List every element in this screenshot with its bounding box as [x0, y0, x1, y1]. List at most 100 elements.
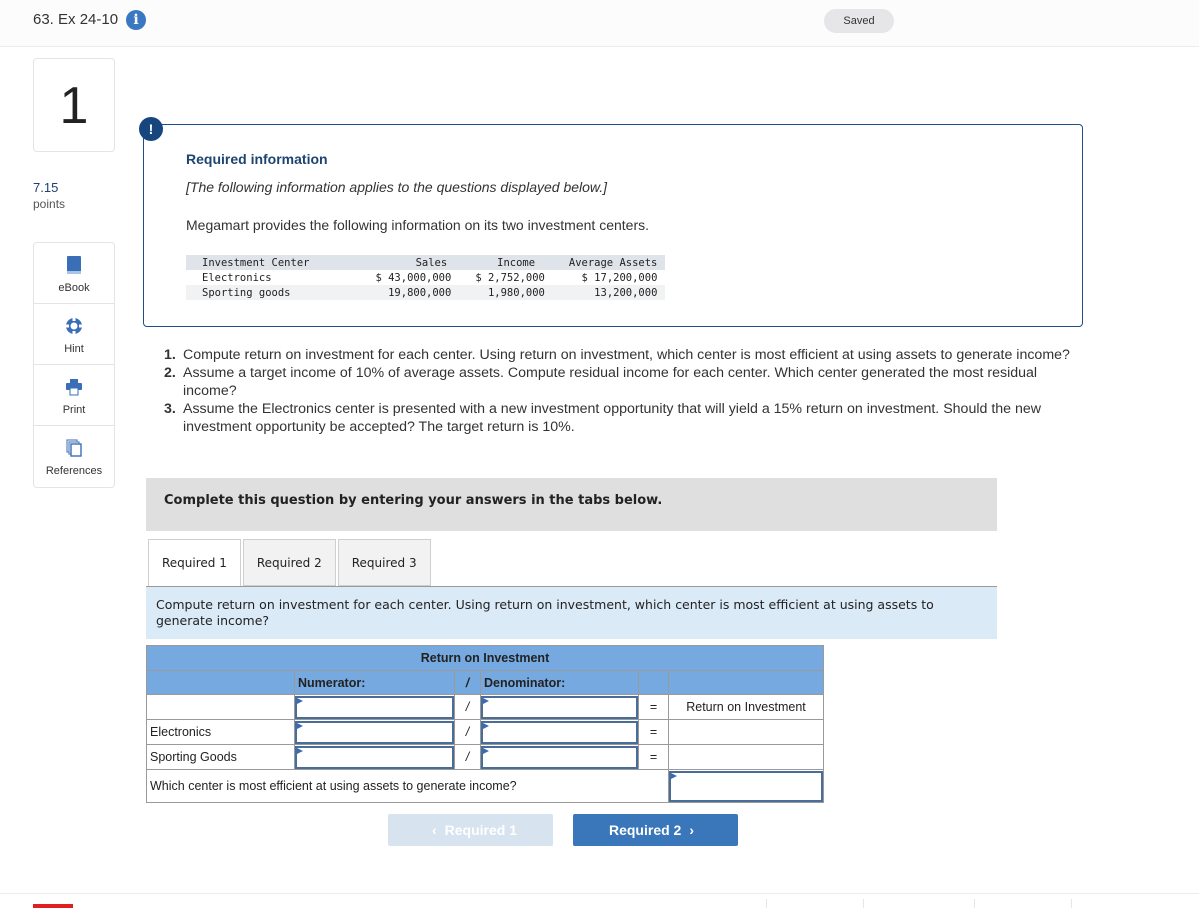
footer-separator	[863, 899, 864, 908]
equals-symbol: =	[638, 744, 669, 770]
cell-income: 1,980,000	[487, 286, 545, 299]
row-label: Sporting Goods	[146, 744, 295, 770]
question-number: 3.	[164, 401, 176, 417]
cell-center: Sporting goods	[202, 286, 291, 299]
table-row: Sporting goods 19,800,000 1,980,000 13,2…	[186, 285, 666, 300]
book-icon	[67, 256, 81, 274]
table-header-row: Investment Center Sales Income Average A…	[186, 255, 666, 270]
hint-label: Hint	[64, 343, 84, 355]
ebook-button[interactable]: eBook	[34, 243, 114, 304]
electronics-denominator-input[interactable]	[481, 720, 638, 744]
questions-list: 1. Compute return on investment for each …	[164, 346, 1084, 436]
question-item: 2. Assume a target income of 10% of avera…	[164, 364, 1084, 400]
hint-button[interactable]: Hint	[34, 304, 114, 365]
roi-title-row: Return on Investment	[146, 645, 824, 671]
copies-icon	[66, 439, 82, 457]
lifebuoy-icon	[66, 318, 82, 334]
footer-divider	[0, 893, 1199, 894]
brand-logo	[33, 904, 73, 908]
footer-separator	[974, 899, 975, 908]
cell-average-assets: 13,200,000	[594, 286, 658, 299]
chevron-left-icon: ‹	[431, 822, 437, 838]
printer-icon	[66, 379, 82, 396]
header-sales: Sales	[415, 256, 448, 269]
table-row: Electronics $ 43,000,000 $ 2,752,000 $ 1…	[186, 270, 665, 285]
header-average-assets: Average Assets	[568, 256, 658, 269]
question-item: 1. Compute return on investment for each …	[164, 346, 1084, 364]
divide-symbol: /	[454, 744, 481, 770]
row-label	[146, 694, 295, 720]
cell-sales: $ 43,000,000	[375, 271, 452, 284]
info-icon[interactable]: i	[126, 10, 146, 30]
numerator-header: Numerator:	[294, 670, 455, 695]
numerator-input[interactable]	[295, 695, 454, 719]
footer-separator	[1071, 899, 1072, 908]
roi-title: Return on Investment	[146, 645, 824, 671]
roi-row-sporting-goods: Sporting Goods / =	[146, 744, 824, 770]
header-income: Income	[497, 256, 536, 269]
top-bar: 63. Ex 24-10 i Saved	[0, 0, 1199, 47]
sporting-goods-denominator-input[interactable]	[481, 745, 638, 769]
electronics-numerator-input[interactable]	[295, 720, 454, 744]
efficiency-question-row: Which center is most efficient at using …	[146, 769, 824, 803]
roi-table: Return on Investment Numerator: / Denomi…	[146, 645, 824, 803]
tab-required-2[interactable]: Required 2	[242, 539, 336, 586]
result-header-blank	[668, 670, 824, 695]
required-information-subtitle: [The following information applies to th…	[186, 179, 608, 195]
question-text: Compute return on investment for each ce…	[183, 347, 1070, 363]
tab-required-3[interactable]: Required 3	[337, 539, 431, 586]
divide-symbol: /	[454, 719, 481, 745]
denominator-input[interactable]	[481, 695, 638, 719]
saved-status-badge: Saved	[824, 9, 894, 33]
points-label: points	[33, 197, 66, 211]
question-number-card: 1	[33, 58, 115, 152]
question-number: 2.	[164, 365, 176, 381]
question-text: Assume a target income of 10% of average…	[183, 365, 1038, 399]
required-information-box: Required information [The following info…	[143, 124, 1083, 327]
most-efficient-center-input[interactable]	[669, 770, 823, 802]
roi-result-label: Return on Investment	[668, 694, 824, 720]
row-label: Electronics	[146, 719, 295, 745]
tab-instruction: Compute return on investment for each ce…	[146, 587, 997, 639]
next-required-button[interactable]: Required 2 ›	[573, 814, 738, 846]
divide-symbol: /	[454, 694, 481, 720]
cell-center: Electronics	[202, 271, 272, 284]
equals-symbol: =	[638, 719, 669, 745]
required-information-description: Megamart provides the following informat…	[186, 217, 649, 233]
prev-required-label: Required 1	[444, 822, 518, 838]
sporting-goods-numerator-input[interactable]	[295, 745, 454, 769]
required-information-title: Required information	[186, 151, 328, 167]
print-button[interactable]: Print	[34, 365, 114, 426]
references-label: References	[45, 465, 103, 477]
electronics-roi-result	[668, 719, 824, 745]
equals-symbol: =	[638, 694, 669, 720]
question-text: Assume the Electronics center is present…	[183, 401, 1042, 435]
tab-required-1[interactable]: Required 1	[148, 539, 241, 587]
print-label: Print	[62, 404, 86, 416]
divide-header: /	[454, 670, 481, 695]
next-required-label: Required 2	[608, 822, 682, 838]
efficiency-question: Which center is most efficient at using …	[146, 769, 669, 803]
references-button[interactable]: References	[34, 426, 114, 487]
investment-centers-table: Investment Center Sales Income Average A…	[186, 255, 666, 300]
cell-sales: 19,800,000	[388, 286, 452, 299]
denominator-header: Denominator:	[480, 670, 639, 695]
roi-row: / = Return on Investment	[146, 694, 824, 720]
sporting-goods-roi-result	[668, 744, 824, 770]
requirement-tabs: Required 1 Required 2 Required 3	[148, 539, 433, 587]
points-value: 7.15	[33, 180, 59, 195]
cell-income: $ 2,752,000	[475, 271, 545, 284]
header-blank	[146, 670, 295, 695]
question-number: 1.	[164, 347, 176, 363]
roi-header-row: Numerator: / Denominator:	[146, 670, 824, 695]
question-item: 3. Assume the Electronics center is prese…	[164, 400, 1084, 436]
equals-header-blank	[638, 670, 669, 695]
alert-icon: !	[139, 117, 163, 141]
prev-required-button[interactable]: ‹ Required 1	[388, 814, 553, 846]
roi-row-electronics: Electronics / =	[146, 719, 824, 745]
ebook-label: eBook	[58, 282, 90, 294]
chevron-right-icon: ›	[689, 822, 695, 838]
question-title: 63. Ex 24-10	[33, 11, 119, 28]
complete-question-banner: Complete this question by entering your …	[146, 478, 997, 531]
footer-separator	[766, 899, 767, 908]
